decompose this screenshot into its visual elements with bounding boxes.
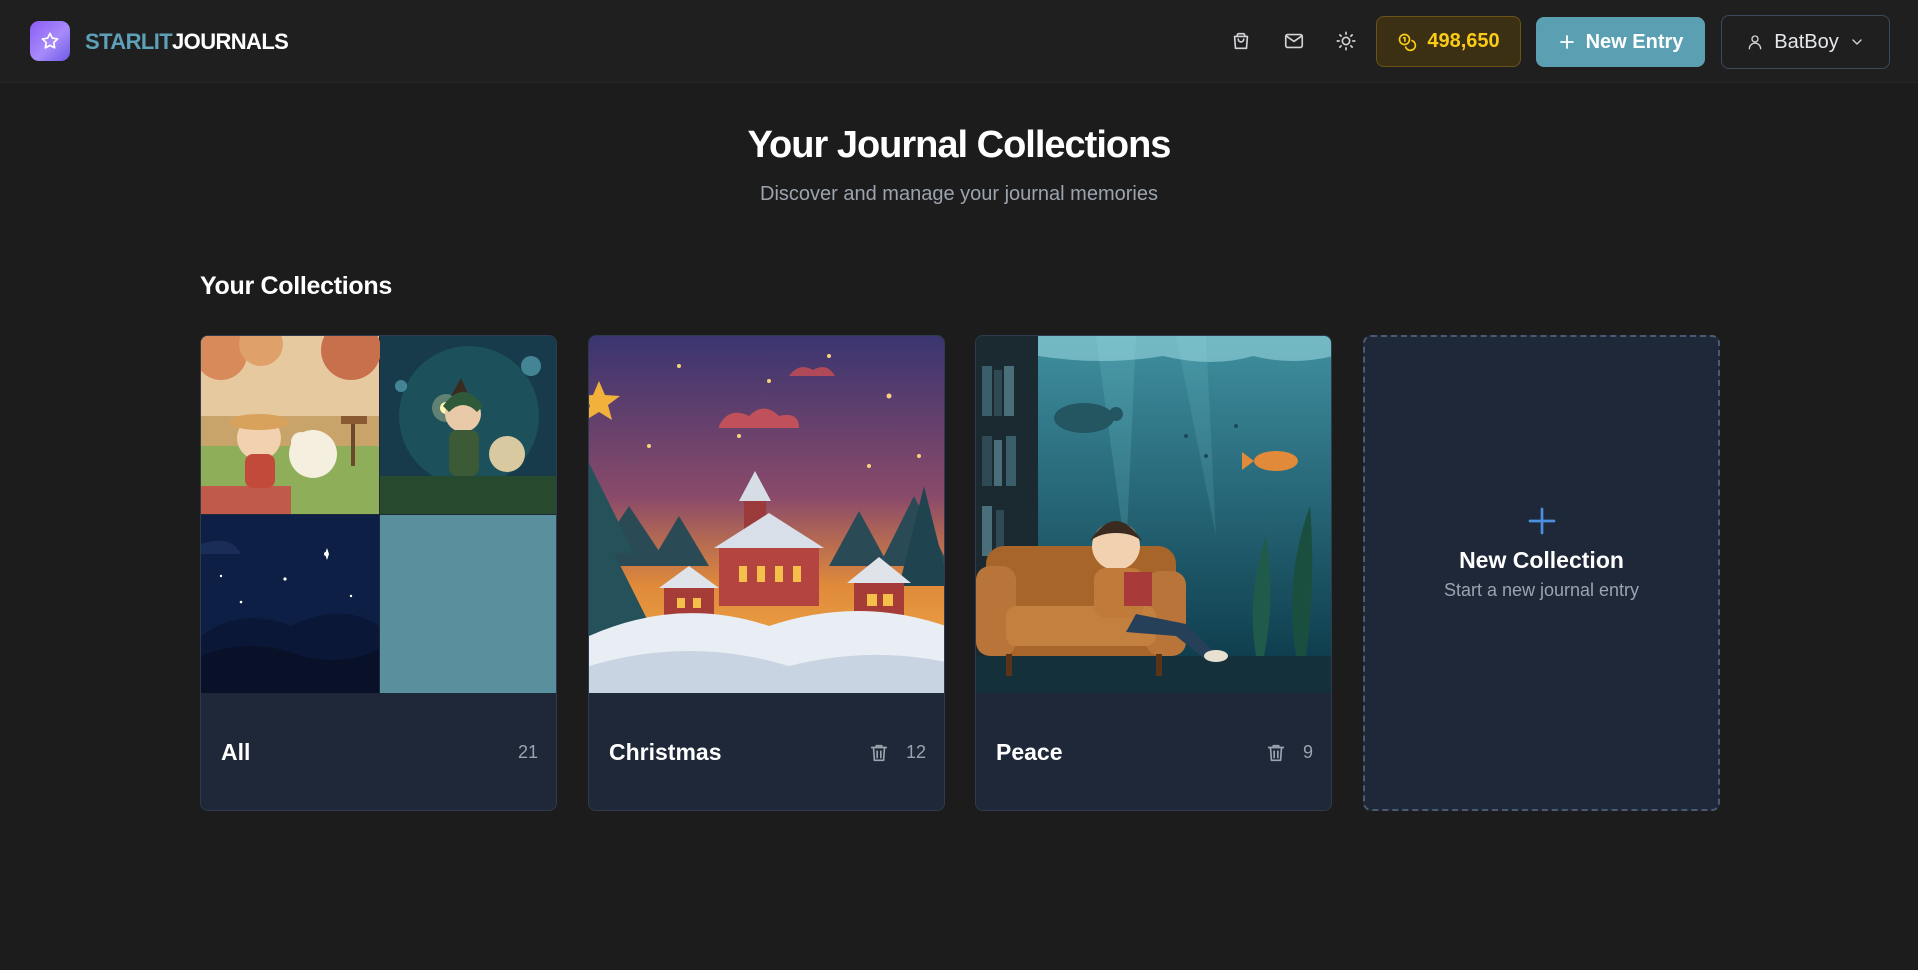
collection-card-footer: All 21 [201, 693, 556, 810]
messages-button[interactable] [1280, 27, 1308, 55]
collection-thumbnail [589, 336, 944, 693]
delete-collection-button[interactable] [1265, 741, 1289, 765]
thumbnail-starry-night [201, 515, 379, 693]
top-navbar: STARLITJOURNALS 498,650 New Entry BatBoy [0, 0, 1918, 83]
logo-badge[interactable] [30, 21, 70, 61]
thumbnail-forest-night [380, 336, 556, 514]
new-collection-title: New Collection [1459, 547, 1624, 573]
user-menu-button[interactable]: BatBoy [1721, 15, 1890, 69]
coin-balance[interactable]: 498,650 [1376, 16, 1521, 67]
new-collection-subtitle: Start a new journal entry [1443, 580, 1640, 600]
plus-icon [1528, 507, 1555, 535]
collection-card-footer: Peace 9 [976, 693, 1331, 810]
section-title: Your Collections [200, 272, 392, 300]
sun-icon [1336, 31, 1356, 51]
collection-count: 9 [1302, 742, 1313, 762]
theme-toggle-button[interactable] [1332, 27, 1360, 55]
collection-name: Peace [996, 739, 1063, 765]
user-name: BatBoy [1774, 30, 1839, 53]
collection-card-footer: Christmas 12 [589, 693, 944, 810]
plus-icon [1559, 35, 1574, 49]
collection-name: All [221, 739, 251, 765]
shopping-bag-icon [1233, 32, 1249, 50]
star-icon [41, 32, 59, 49]
new-collection-card[interactable]: New Collection Start a new journal entry [1363, 335, 1720, 811]
collection-card-christmas[interactable]: Christmas 12 [588, 335, 945, 811]
coins-icon [1399, 33, 1417, 51]
new-entry-label: New Entry [1585, 30, 1684, 53]
christmas-village-illustration [589, 336, 944, 693]
collection-thumbnail [976, 336, 1331, 693]
collection-count: 21 [517, 742, 538, 762]
collection-name: Christmas [609, 739, 722, 765]
collection-count: 12 [905, 742, 926, 762]
new-entry-button[interactable]: New Entry [1536, 17, 1705, 67]
brand-name-part2: JOURNALS [172, 29, 289, 54]
mail-icon [1284, 33, 1304, 49]
trash-icon [1267, 744, 1285, 761]
delete-collection-button[interactable] [868, 741, 892, 765]
user-icon [1748, 35, 1762, 50]
reading-aquarium-illustration [976, 336, 1331, 693]
brand-name-part1: STARLIT [85, 29, 173, 54]
brand-name[interactable]: STARLITJOURNALS [85, 28, 289, 56]
coin-amount: 498,650 [1427, 30, 1500, 52]
shop-button[interactable] [1227, 27, 1255, 55]
thumbnail-autumn-picnic [201, 336, 381, 514]
collection-card-peace[interactable]: Peace 9 [975, 335, 1332, 811]
page-subtitle: Discover and manage your journal memorie… [760, 183, 1158, 205]
chevron-down-icon [1852, 39, 1862, 45]
collection-thumbnail-grid [201, 336, 556, 693]
page-title: Your Journal Collections [747, 124, 1172, 166]
trash-icon [870, 744, 888, 761]
collection-card-all[interactable]: All 21 [200, 335, 557, 811]
thumbnail-placeholder [380, 515, 556, 693]
